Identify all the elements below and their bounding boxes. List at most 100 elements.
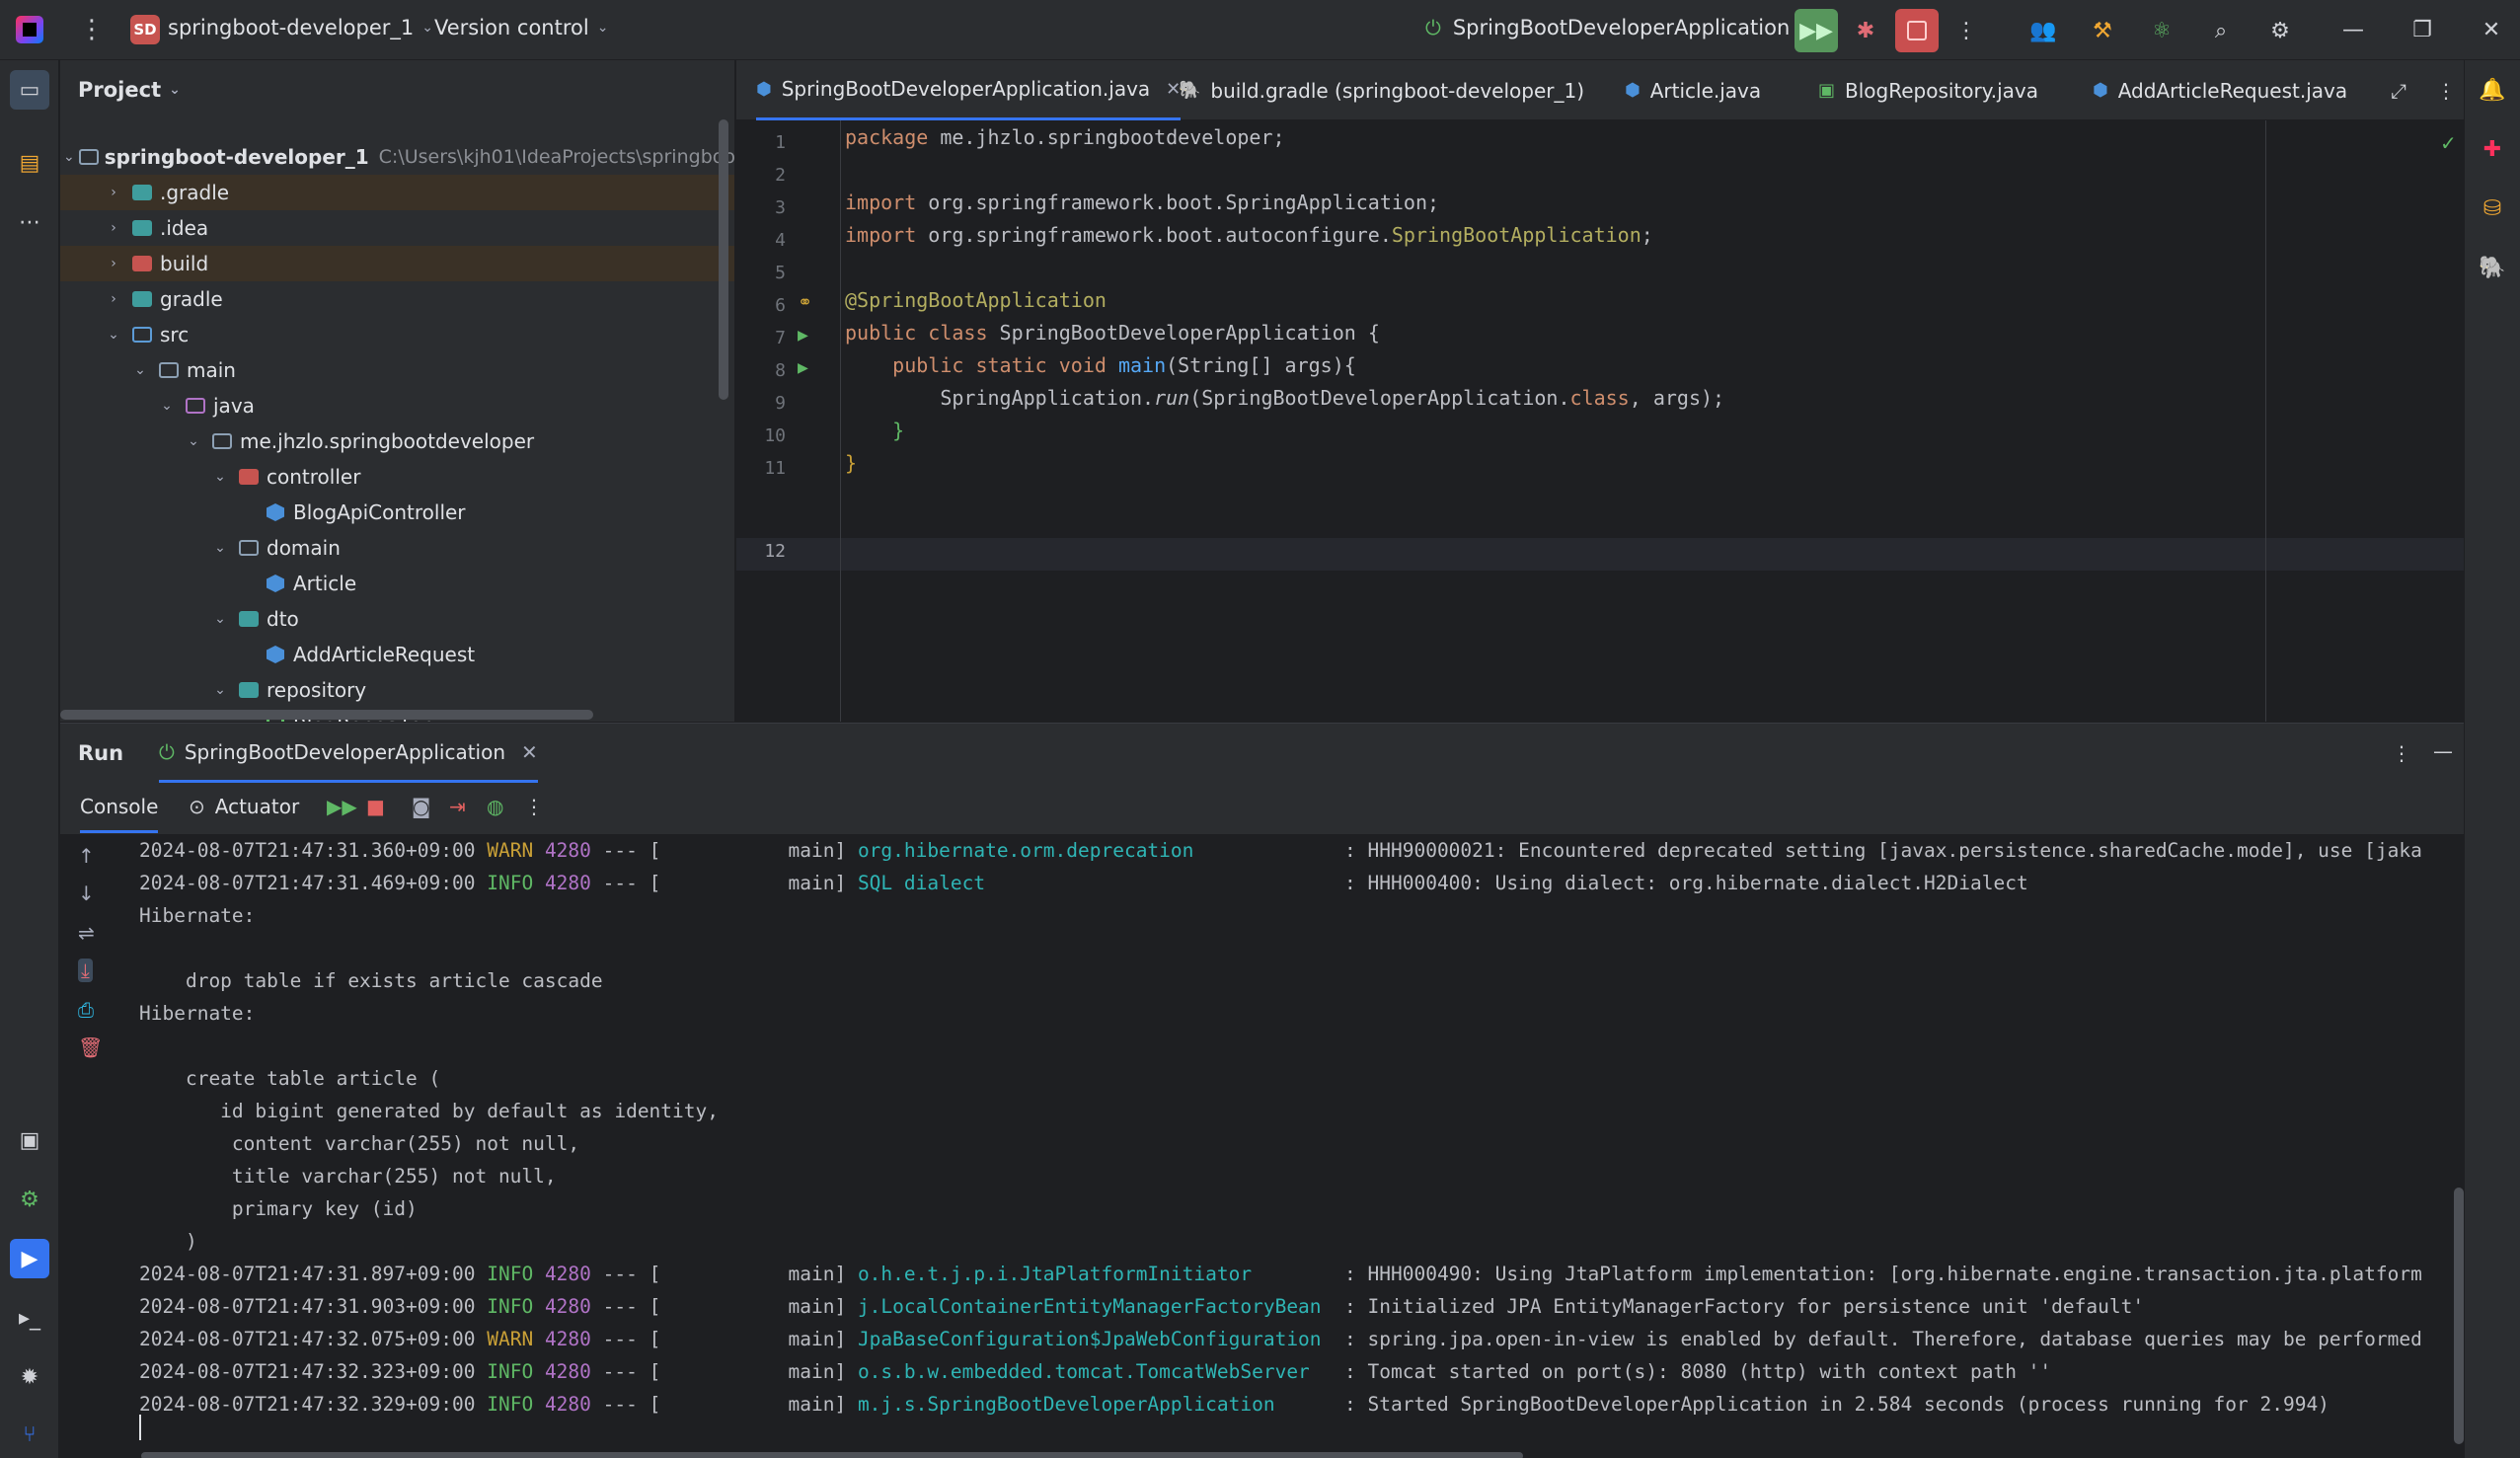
chevron-down-icon[interactable]: ⌄ [63,149,75,165]
hide-panel-icon[interactable]: — [2433,739,2453,763]
tab-blogrepository[interactable]: ▣ BlogRepository.java [1818,60,2038,120]
rerun-button[interactable]: ▶▶ [1795,9,1838,52]
tree-item[interactable]: › .gradle [60,175,734,210]
tab-springbootdeveloperapplication[interactable]: ⬢ SpringBootDeveloperApplication.java ✕ [756,60,1182,120]
chevron-down-icon[interactable]: ⌄ [127,362,153,378]
line-number: 6 [775,295,786,316]
more-actions-icon[interactable]: ⋮ [1945,9,1988,52]
scroll-down-icon[interactable]: ↓ [78,882,95,905]
tree-item[interactable]: BlogApiController [60,495,734,530]
log-ts: 2024-08-07T21:47:31.903+09:00 [139,1295,476,1318]
console-tab[interactable]: Console [80,795,159,833]
project-horizontal-scrollbar[interactable] [60,710,593,720]
main-menu-icon[interactable]: ⋮ [79,16,105,43]
close-tab-icon[interactable]: ✕ [521,740,538,764]
chevron-down-icon[interactable]: ⌄ [207,611,233,627]
close-window-icon[interactable]: ✕ [2468,8,2515,51]
chevron-down-icon[interactable]: ⌄ [207,540,233,556]
class-icon [264,574,287,593]
stop-icon[interactable]: ■ [366,795,385,818]
tree-item[interactable]: ⌄ java [60,388,734,423]
project-tool-icon[interactable]: ▭ [10,70,49,110]
tree-item[interactable]: ⌄ src [60,317,734,352]
terminal-tool-icon[interactable]: ▸_ [10,1298,49,1338]
run-gutter-icon[interactable]: ▶ [798,325,808,345]
chevron-down-icon[interactable]: ⌄ [101,327,126,343]
tree-item[interactable]: ⌄ repository [60,672,734,708]
tools-icon[interactable]: ⚒ [2081,9,2124,52]
chevron-down-icon[interactable]: ⌄ [154,398,180,414]
git-tool-icon[interactable]: ⑂ [10,1415,49,1454]
run-tab[interactable]: ⏻ SpringBootDeveloperApplication ✕ [159,724,538,783]
stop-button[interactable] [1895,9,1939,52]
exit-icon[interactable]: ⇥ [449,795,466,818]
tree-item[interactable]: ⌄ main [60,352,734,388]
notifications-icon[interactable]: 🔔 [2473,70,2512,110]
run-gutter-icon[interactable]: ▶ [798,357,808,378]
tree-item[interactable]: › .idea [60,210,734,246]
chevron-down-icon[interactable]: ⌄ [207,469,233,485]
clear-all-icon[interactable]: 🗑 [78,1036,103,1059]
scroll-up-icon[interactable]: ↑ [78,844,95,868]
tree-item[interactable]: › build [60,246,734,281]
tree-item[interactable]: ⌄ springboot-developer_1 C:\Users\kjh01\Id… [60,139,734,175]
project-selector[interactable]: springboot-developer_1 ⌄ [168,16,433,39]
console-line: 2024-08-07T21:47:31.897+09:00 INFO 4280 … [139,1258,2422,1290]
chevron-right-icon[interactable]: › [101,291,126,307]
chevron-right-icon[interactable]: › [101,256,126,271]
console-output[interactable]: 2024-08-07T21:47:31.360+09:00 WARN 4280 … [139,834,2439,1446]
tree-item[interactable]: ⌄ dto [60,601,734,637]
code-with-me-icon[interactable]: 👥 [2022,9,2065,52]
code-line-10: } [845,419,905,442]
run-config-selector[interactable]: ⏻ SpringBootDeveloperApplication ⌄ [1425,16,1809,39]
search-icon[interactable]: ⌕ [2199,9,2243,52]
chevron-down-icon[interactable]: ⌄ [181,433,206,449]
debug-icon[interactable]: ✱ [1844,9,1887,52]
more-run-actions-icon[interactable]: ⋮ [524,795,544,818]
problems-tool-icon[interactable]: ✹ [10,1357,49,1397]
settings-tool-icon[interactable]: ⚙ [10,1180,49,1219]
restore-window-icon[interactable]: ❐ [2399,8,2446,51]
console-horizontal-scrollbar[interactable] [141,1452,1523,1458]
dump-threads-icon[interactable]: ◙ [412,795,430,818]
gradle-icon[interactable]: 🐘 [2473,248,2512,287]
minimize-window-icon[interactable]: — [2329,8,2377,51]
services-tool-icon[interactable]: ▣ [10,1120,49,1160]
tab-addarticlerequest[interactable]: ⬢ AddArticleRequest.java [2093,60,2347,120]
tree-item[interactable]: ⌄ controller [60,459,734,495]
actuator-tab[interactable]: ⊙ Actuator [189,795,299,818]
chevron-down-icon[interactable]: ⌄ [207,682,233,698]
structure-tool-icon[interactable]: ▤ [10,143,49,183]
chevron-right-icon[interactable]: › [101,185,126,200]
ai-assistant-icon[interactable]: ⚛ [2140,9,2183,52]
project-badge[interactable]: SD [130,15,160,44]
project-panel-title[interactable]: Project ⌄ [78,78,181,102]
soft-wrap-icon[interactable]: ⇌ [78,921,95,945]
run-tool-icon[interactable]: ▶ [10,1239,49,1278]
console-vertical-scrollbar[interactable] [2454,1188,2464,1444]
tree-item-label: springboot-developer_1 [104,145,369,169]
print-icon[interactable]: ⎙ [78,998,94,1022]
tree-item[interactable]: ⌄ me.jhzlo.springbootdeveloper [60,423,734,459]
ai-chat-icon[interactable]: ✚ [2473,129,2512,169]
scroll-to-end-icon[interactable]: ⤓ [78,959,93,982]
tab-build-gradle[interactable]: 🐘 build.gradle (springboot-developer_1) [1179,60,1584,120]
project-vertical-scrollbar[interactable] [719,119,728,400]
profiler-icon[interactable]: ◍ [487,795,503,818]
settings-icon[interactable]: ⚙ [2258,9,2302,52]
rerun-icon[interactable]: ▶▶ [327,795,357,818]
tree-item[interactable]: AddArticleRequest [60,637,734,672]
spring-bean-gutter-icon[interactable]: ⚭ [798,292,812,313]
run-options-icon[interactable]: ⋮ [2392,741,2411,765]
vcs-selector[interactable]: Version control ⌄ [434,16,608,39]
tree-item[interactable]: ⌄ domain [60,530,734,566]
chevron-right-icon[interactable]: › [101,220,126,236]
maximize-editor-icon[interactable]: ⤢ [2391,60,2406,120]
database-icon[interactable]: ⛁ [2473,189,2512,228]
no-problems-check-icon[interactable]: ✓ [2440,131,2457,155]
tab-article[interactable]: ⬢ Article.java [1625,60,1761,120]
tree-item[interactable]: › gradle [60,281,734,317]
more-tools-icon[interactable]: ⋯ [10,202,49,242]
tree-item[interactable]: Article [60,566,734,601]
editor-options-icon[interactable]: ⋮ [2436,60,2456,120]
